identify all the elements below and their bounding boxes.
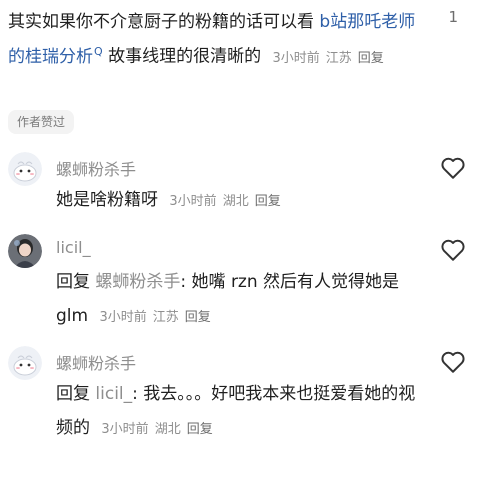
reply-time: 3小时前 — [169, 194, 217, 209]
photo-avatar-icon — [8, 234, 42, 268]
reply-body: 回复 licil_: 我去。。。好吧我本来也挺爱看她的视频的 3小时前 湖北 回复 — [56, 377, 426, 447]
reply-body: 她是啥粉籍呀 3小时前 湖北 回复 — [56, 183, 426, 219]
reply-prefix: 回复 — [56, 384, 90, 404]
avatar[interactable] — [8, 152, 42, 186]
comment-text-part2: 故事线理的很清晰的 — [108, 46, 262, 67]
comment-location: 江苏 — [325, 50, 352, 66]
heart-icon[interactable] — [440, 350, 466, 374]
comment-time: 3小时前 — [272, 50, 320, 66]
reply-location: 湖北 — [222, 194, 249, 209]
reply-to-username[interactable]: licil_ — [95, 384, 132, 404]
comment-text-part1: 其实如果你不介意厨子的粉籍的话可以看 — [8, 12, 314, 32]
reply-prefix: 回复 — [56, 272, 90, 292]
search-icon: Q — [94, 45, 103, 58]
comment-text: 其实如果你不介意厨子的粉籍的话可以看 b站那吒老师的桂瑞分析Q 故事线理的很清晰… — [8, 8, 428, 73]
reply-text: 她是啥粉籍呀 — [56, 190, 158, 210]
heart-icon[interactable] — [440, 238, 466, 262]
reply-meta: 3小时前 湖北 回复 — [101, 422, 218, 437]
cartoon-avatar-icon — [8, 346, 42, 380]
reply-to-username[interactable]: 螺蛳粉杀手 — [95, 272, 180, 292]
reply-time: 3小时前 — [101, 422, 149, 437]
reply-location: 江苏 — [152, 310, 179, 325]
reply-time: 3小时前 — [99, 310, 147, 325]
username[interactable]: 螺蛳粉杀手 — [56, 156, 136, 180]
top-comment: 其实如果你不介意厨子的粉籍的话可以看 b站那吒老师的桂瑞分析Q 故事线理的很清晰… — [8, 8, 428, 73]
reply-button[interactable]: 回复 — [358, 51, 384, 66]
reply-button[interactable]: 回复 — [185, 310, 211, 325]
author-liked-badge: 作者赞过 — [8, 110, 75, 134]
heart-icon[interactable] — [440, 156, 466, 180]
avatar[interactable] — [8, 346, 42, 380]
comment-meta: 3小时前 江苏 回复 — [272, 51, 389, 66]
cartoon-avatar-icon — [8, 152, 42, 186]
reply-meta: 3小时前 江苏 回复 — [99, 310, 216, 325]
reply-location: 湖北 — [154, 422, 181, 437]
reply-meta: 3小时前 湖北 回复 — [169, 194, 286, 209]
username[interactable]: 螺蛳粉杀手 — [56, 350, 136, 374]
avatar[interactable] — [8, 234, 42, 268]
like-count: 1 — [448, 8, 458, 26]
username[interactable]: licil_ — [56, 238, 91, 257]
reply-body: 回复 螺蛳粉杀手: 她嘴 rzn 然后有人觉得她是 glm 3小时前 江苏 回复 — [56, 265, 426, 335]
reply-button[interactable]: 回复 — [187, 422, 213, 437]
reply-button[interactable]: 回复 — [255, 194, 281, 209]
